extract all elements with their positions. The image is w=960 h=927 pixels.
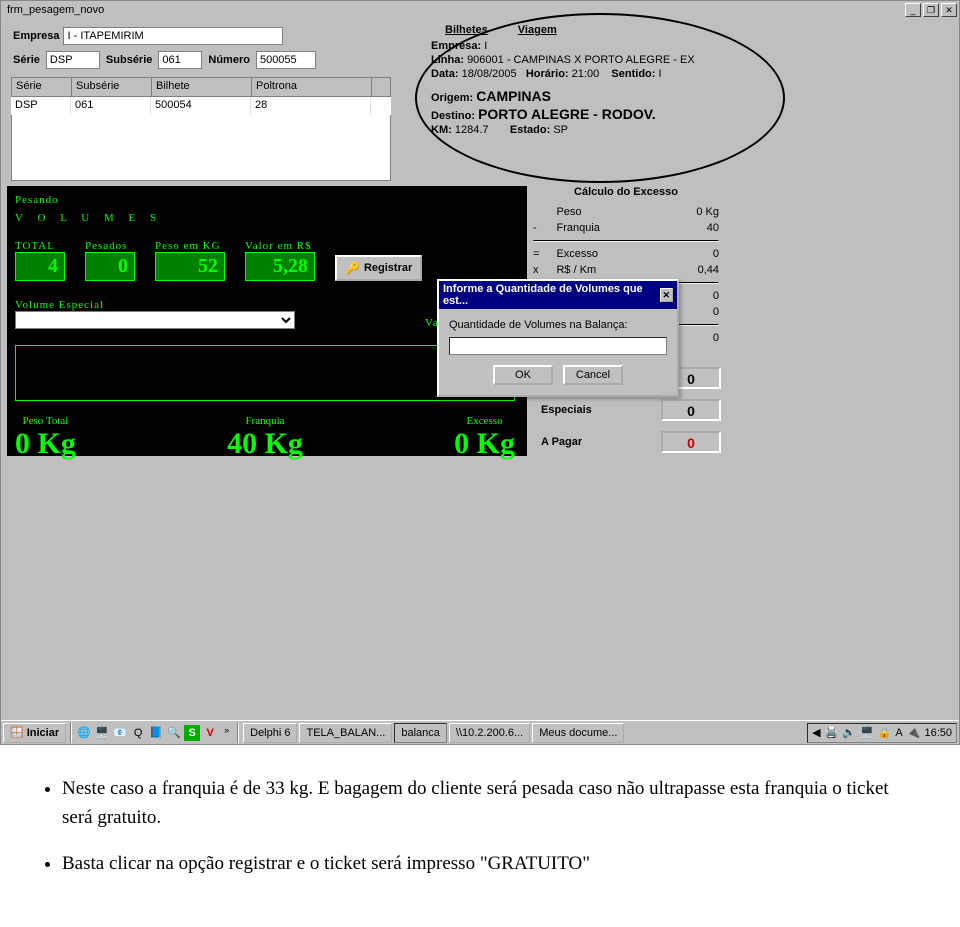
subserie-label: Subsérie xyxy=(106,54,152,66)
th-serie: Série xyxy=(12,78,72,96)
min-button[interactable]: _ xyxy=(905,3,921,17)
trip-info: Bilhetes Viagem Empresa: I Linha: 906001… xyxy=(431,24,761,138)
th-subserie: Subsérie xyxy=(72,78,152,96)
th-bilhete: Bilhete xyxy=(152,78,252,96)
dialog-close-icon[interactable]: ✕ xyxy=(660,288,673,302)
peso-total-value: 0 Kg xyxy=(15,427,76,461)
s-icon[interactable]: S xyxy=(184,725,200,741)
volume-especial-select[interactable] xyxy=(15,311,295,329)
notes-section: Neste caso a franquia é de 33 kg. E baga… xyxy=(0,745,960,927)
key-icon: 🔑 xyxy=(345,261,360,275)
note-2: Basta clicar na opção registrar e o tick… xyxy=(62,850,920,879)
pesando-title: Pesando xyxy=(15,194,519,206)
clock[interactable]: 16:50 xyxy=(924,727,952,739)
task-tela[interactable]: TELA_BALAN... xyxy=(299,723,392,743)
search-icon[interactable]: 🔍 xyxy=(166,725,182,741)
outlook-icon[interactable]: 📧 xyxy=(112,725,128,741)
tray-icon[interactable]: 🔒 xyxy=(878,726,892,739)
valor-box: 5,28 xyxy=(245,252,315,281)
peso-box: 52 xyxy=(155,252,225,281)
task-network[interactable]: \\10.2.200.6... xyxy=(449,723,530,743)
tray-icon[interactable]: 🖨️ xyxy=(825,726,839,739)
bilhetes-link[interactable]: Bilhetes xyxy=(445,24,488,36)
start-button[interactable]: 🪟Iniciar xyxy=(3,723,66,743)
bilhete-table: Série Subsérie Bilhete Poltrona DSP 061 … xyxy=(11,77,391,181)
app-icon[interactable]: 📘 xyxy=(148,725,164,741)
empresa-input[interactable] xyxy=(63,27,283,45)
vc-icon[interactable]: V xyxy=(202,725,218,741)
viagem-link[interactable]: Viagem xyxy=(518,24,557,36)
numero-label: Número xyxy=(208,54,250,66)
window-titlebar: frm_pesagem_novo _ ❐ ✕ xyxy=(1,1,959,19)
window-title: frm_pesagem_novo xyxy=(3,4,903,16)
empresa-label: Empresa xyxy=(13,30,59,42)
tray-icon[interactable]: ◀ xyxy=(812,726,820,739)
apagar-box: 0 xyxy=(661,431,721,453)
system-tray: ◀ 🖨️ 🔊 🖥️ 🔒 A 🔌 16:50 xyxy=(807,723,957,743)
pesados-box: 0 xyxy=(85,252,135,281)
especiais-box: 0 xyxy=(661,399,721,421)
quicklaunch: 🌐 🖥️ 📧 Q 📘 🔍 S V » xyxy=(76,725,233,741)
tray-icon[interactable]: 🔊 xyxy=(842,726,856,739)
tray-icon[interactable]: 🔌 xyxy=(907,726,921,739)
taskbar: 🪟Iniciar 🌐 🖥️ 📧 Q 📘 🔍 S V » Delphi 6 TEL… xyxy=(1,720,959,744)
close-button[interactable]: ✕ xyxy=(941,3,957,17)
volume-qty-dialog: Informe a Quantidade de Volumes que est.… xyxy=(437,279,679,397)
windows-icon: 🪟 xyxy=(10,726,24,739)
origem-value: CAMPINAS xyxy=(476,88,551,104)
desktop-icon[interactable]: 🖥️ xyxy=(94,725,110,741)
restore-button[interactable]: ❐ xyxy=(923,3,939,17)
tray-icon[interactable]: A xyxy=(895,727,902,739)
ok-button[interactable]: OK xyxy=(493,365,553,385)
task-delphi[interactable]: Delphi 6 xyxy=(243,723,297,743)
q-icon[interactable]: Q xyxy=(130,725,146,741)
cancel-button[interactable]: Cancel xyxy=(563,365,623,385)
volume-qty-input[interactable] xyxy=(449,337,667,355)
dialog-title: Informe a Quantidade de Volumes que est.… xyxy=(443,283,660,307)
task-balanca[interactable]: balanca xyxy=(394,723,447,743)
ie-icon[interactable]: 🌐 xyxy=(76,725,92,741)
total-box: 4 xyxy=(15,252,65,281)
registrar-button[interactable]: 🔑 Registrar xyxy=(335,255,422,281)
task-documents[interactable]: Meus docume... xyxy=(532,723,624,743)
dialog-label: Quantidade de Volumes na Balança: xyxy=(449,319,667,331)
note-1: Neste caso a franquia é de 33 kg. E baga… xyxy=(62,775,920,832)
table-row[interactable]: DSP 061 500054 28 xyxy=(11,97,391,115)
serie-label: Série xyxy=(13,54,40,66)
tray-icon[interactable]: 🖥️ xyxy=(860,726,874,739)
franquia-value: 40 Kg xyxy=(227,427,303,461)
destino-value: PORTO ALEGRE - RODOV. xyxy=(478,106,656,122)
serie-input[interactable] xyxy=(46,51,100,69)
subserie-input[interactable] xyxy=(158,51,202,69)
volumes-header: V O L U M E S xyxy=(15,212,519,224)
numero-input[interactable] xyxy=(256,51,316,69)
excesso-value: 0 Kg xyxy=(454,427,515,461)
th-poltrona: Poltrona xyxy=(252,78,372,96)
